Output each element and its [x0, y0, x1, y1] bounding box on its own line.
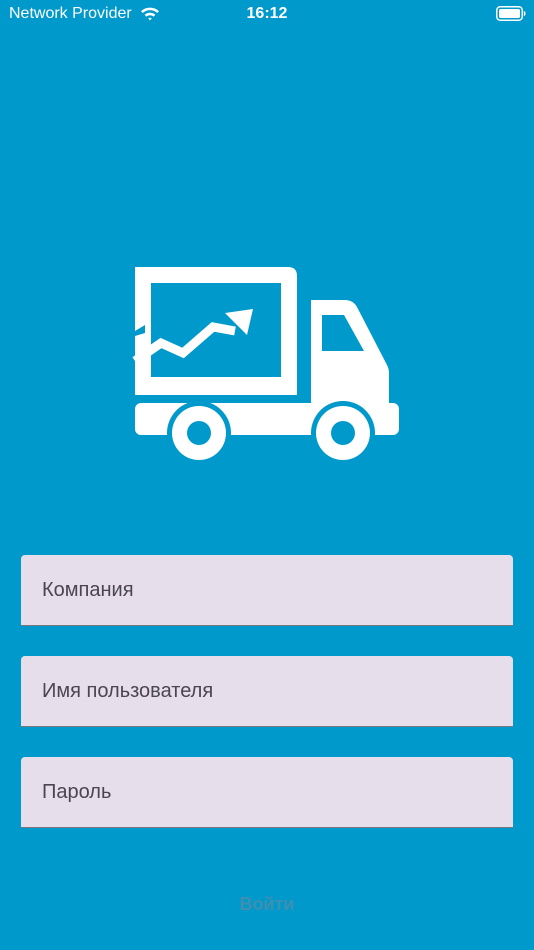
battery-icon: [496, 6, 526, 21]
company-input[interactable]: [21, 555, 513, 625]
delivery-truck-chart-icon: [132, 267, 399, 465]
username-field[interactable]: [21, 656, 513, 727]
password-field[interactable]: [21, 757, 513, 828]
company-field[interactable]: [21, 555, 513, 626]
status-bar: Network Provider 16:12: [0, 0, 534, 30]
status-time: 16:12: [246, 5, 288, 22]
password-input[interactable]: [21, 757, 513, 827]
login-button[interactable]: Войти: [167, 880, 367, 928]
username-input[interactable]: [21, 656, 513, 726]
